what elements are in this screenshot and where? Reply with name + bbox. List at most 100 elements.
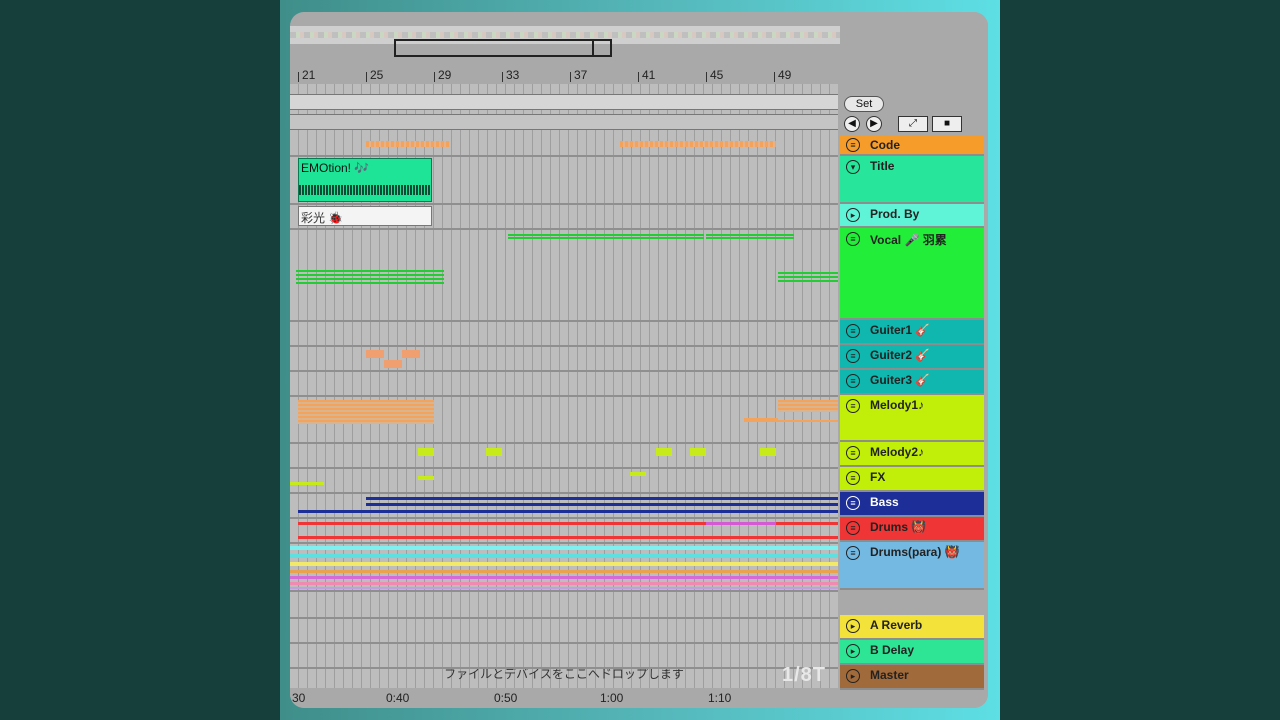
track-fold-icon[interactable]: ≡ — [846, 521, 860, 535]
drums-para-note[interactable] — [290, 576, 838, 579]
drums-para-note[interactable] — [290, 554, 838, 558]
fx-note[interactable] — [418, 476, 434, 480]
beat-ruler[interactable]: 21 25 29 33 37 41 45 49 — [290, 62, 838, 84]
expand-icon: ⤢ — [909, 118, 917, 129]
track-header-guiter2[interactable]: ≡ Guiter2 🎸 — [840, 345, 984, 370]
prod-clip[interactable]: 彩光 🐞 — [298, 206, 432, 226]
vocal-note[interactable] — [778, 276, 838, 278]
track-fold-icon[interactable]: ≡ — [846, 138, 860, 152]
drums-note[interactable] — [298, 536, 838, 539]
vocal-note[interactable] — [296, 270, 444, 272]
melody1-notes[interactable] — [744, 418, 778, 422]
lock-button[interactable]: ■ — [932, 116, 962, 132]
track-fold-icon[interactable]: ≡ — [846, 471, 860, 485]
bar-number: 25 — [370, 68, 384, 82]
vocal-note[interactable] — [508, 237, 704, 239]
track-header-title[interactable]: ▾ Title — [840, 156, 984, 204]
track-header-guiter1[interactable]: ≡ Guiter1 🎸 — [840, 320, 984, 345]
vocal-note[interactable] — [296, 278, 444, 280]
overview-viewport-box[interactable] — [394, 39, 612, 57]
drums-para-note[interactable] — [290, 582, 838, 585]
fx-note[interactable] — [630, 472, 646, 476]
drums-para-note[interactable] — [290, 562, 838, 566]
bar-tick — [434, 72, 435, 82]
bar-number: 41 — [642, 68, 656, 82]
track-header-melody2[interactable]: ≡ Melody2♪ — [840, 442, 984, 467]
melody1-notes[interactable] — [298, 400, 434, 424]
track-name: B Delay — [870, 643, 915, 657]
track-fold-icon[interactable]: ≡ — [846, 496, 860, 510]
prev-locator-button[interactable]: ◀ — [844, 116, 860, 132]
time-ruler[interactable]: 30 0:40 0:50 1:00 1:10 — [290, 688, 838, 708]
bass-note[interactable] — [366, 497, 838, 500]
arrangement-grid[interactable]: EMOtion! 🎶 彩光 🐞 ファイルとデバイスをここへドロップします — [290, 84, 838, 690]
return-header-b-delay[interactable]: ▸ B Delay — [840, 640, 984, 665]
lane-separator — [290, 642, 838, 644]
track-fold-icon[interactable]: ≡ — [846, 546, 860, 560]
code-clip[interactable] — [366, 141, 450, 147]
track-name: Melody2♪ — [870, 445, 925, 459]
expand-button[interactable]: ⤢ — [898, 116, 928, 132]
track-header-code[interactable]: ≡ Code — [840, 136, 984, 156]
drums-note[interactable] — [706, 522, 776, 525]
melody1-notes[interactable] — [778, 400, 838, 412]
guiter-note[interactable] — [402, 350, 420, 358]
track-fold-icon[interactable]: ▸ — [846, 644, 860, 658]
drums-para-note[interactable] — [290, 546, 838, 550]
drums-para-note[interactable] — [290, 570, 838, 573]
title-audio-clip[interactable]: EMOtion! 🎶 — [298, 158, 432, 202]
track-header-fx[interactable]: ≡ FX — [840, 467, 984, 492]
melody2-note[interactable] — [760, 448, 776, 456]
lane-separator — [290, 590, 838, 592]
guiter-note[interactable] — [366, 350, 384, 358]
bar-tick — [298, 72, 299, 82]
track-fold-icon[interactable]: ≡ — [846, 232, 860, 246]
track-header-melody1[interactable]: ≡ Melody1♪ — [840, 395, 984, 442]
vocal-note[interactable] — [778, 272, 838, 274]
drums-para-note[interactable] — [290, 587, 838, 589]
bar-number: 37 — [574, 68, 588, 82]
code-clip[interactable] — [620, 141, 776, 147]
track-fold-icon[interactable]: ≡ — [846, 374, 860, 388]
track-fold-icon[interactable]: ≡ — [846, 349, 860, 363]
track-name: Guiter1 🎸 — [870, 323, 931, 337]
vocal-note[interactable] — [706, 234, 794, 236]
track-fold-icon[interactable]: ≡ — [846, 399, 860, 413]
loop-brace-row[interactable] — [290, 94, 838, 110]
set-locator-button[interactable]: Set — [844, 96, 884, 112]
track-fold-icon[interactable]: ▸ — [846, 208, 860, 222]
screen-background: 21 25 29 33 37 41 45 49 EMOtion! 🎶 彩光 🐞 … — [280, 0, 1000, 720]
bass-note[interactable] — [366, 503, 838, 506]
melody2-note[interactable] — [486, 448, 502, 456]
track-fold-icon[interactable]: ≡ — [846, 324, 860, 338]
master-header[interactable]: ▸ Master — [840, 665, 984, 690]
melody2-note[interactable] — [656, 448, 672, 456]
track-fold-icon[interactable]: ▸ — [846, 669, 860, 683]
next-locator-button[interactable]: ▶ — [866, 116, 882, 132]
track-fold-icon[interactable]: ▾ — [846, 160, 860, 174]
vocal-note[interactable] — [508, 234, 704, 236]
track-header-bass[interactable]: ≡ Bass — [840, 492, 984, 517]
track-header-drums[interactable]: ≡ Drums 👹 — [840, 517, 984, 542]
fx-note[interactable] — [290, 482, 324, 485]
track-header-drums-para[interactable]: ≡ Drums(para) 👹 — [840, 542, 984, 590]
locator-row[interactable] — [290, 114, 838, 130]
track-fold-icon[interactable]: ≡ — [846, 446, 860, 460]
drop-zone-text[interactable]: ファイルとデバイスをここへドロップします — [290, 662, 838, 686]
track-header-vocal[interactable]: ≡ Vocal 🎤 羽累 — [840, 228, 984, 320]
vocal-note[interactable] — [706, 237, 794, 239]
melody2-note[interactable] — [418, 448, 434, 456]
track-header-guiter3[interactable]: ≡ Guiter3 🎸 — [840, 370, 984, 395]
bass-note[interactable] — [298, 510, 838, 513]
melody1-note[interactable] — [778, 420, 838, 422]
vocal-note[interactable] — [296, 282, 444, 284]
vocal-note[interactable] — [778, 280, 838, 282]
lane-separator — [290, 345, 838, 347]
return-header-a-reverb[interactable]: ▸ A Reverb — [840, 615, 984, 640]
vocal-note[interactable] — [296, 274, 444, 276]
guiter-note[interactable] — [384, 360, 402, 368]
track-name: Guiter2 🎸 — [870, 348, 931, 362]
track-header-prod[interactable]: ▸ Prod. By — [840, 204, 984, 228]
track-fold-icon[interactable]: ▸ — [846, 619, 860, 633]
melody2-note[interactable] — [690, 448, 706, 456]
